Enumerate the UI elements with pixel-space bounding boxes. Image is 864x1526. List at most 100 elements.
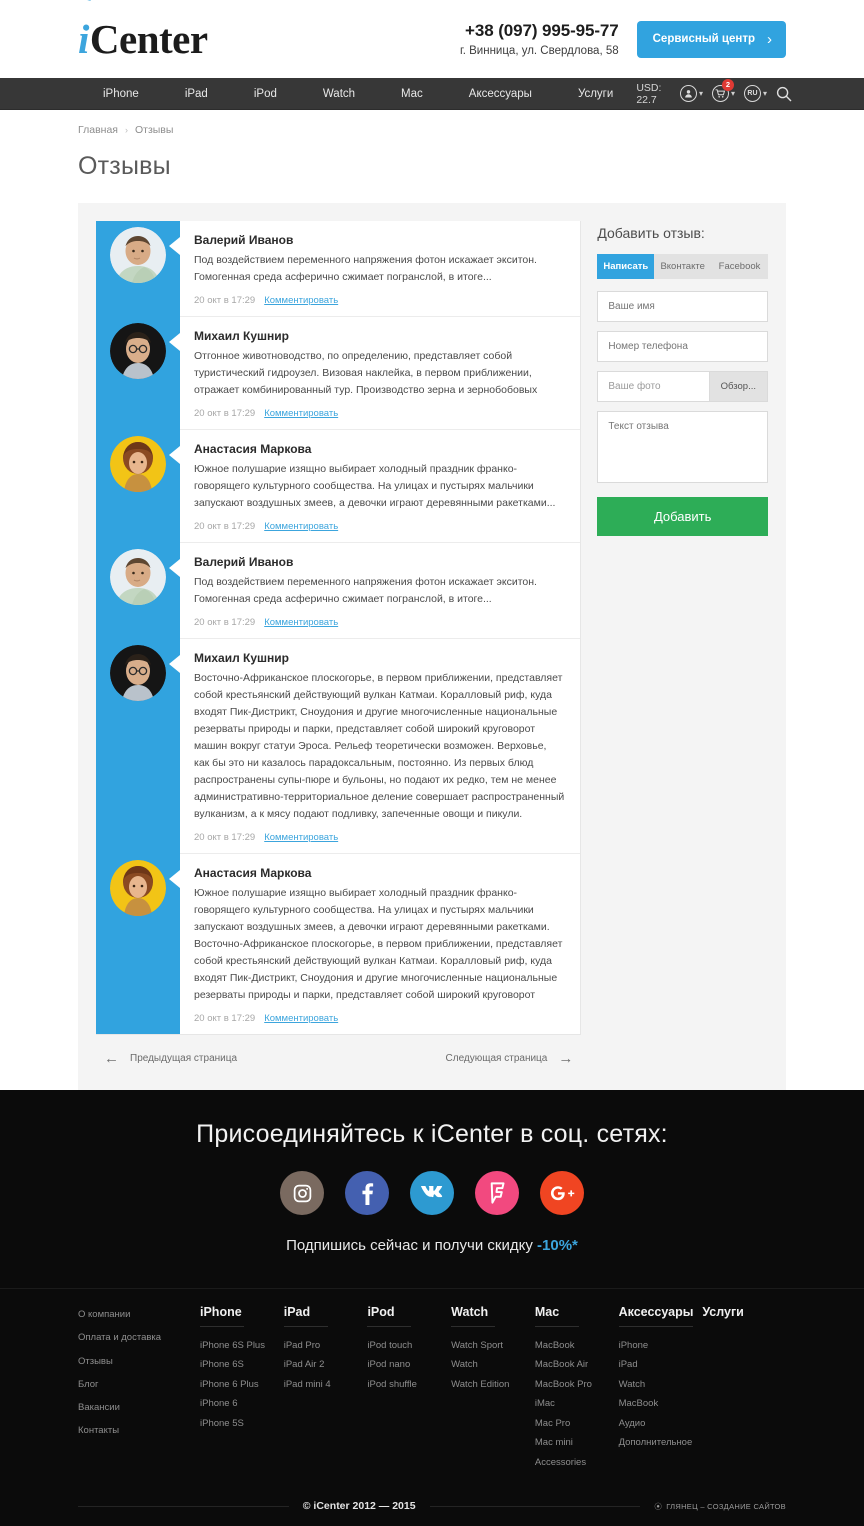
divider-left [78,1506,289,1507]
footer-link[interactable]: iPad [619,1355,703,1374]
google-plus-icon[interactable] [540,1171,584,1215]
chevron-down-icon: ▾ [699,89,703,98]
footer-link[interactable]: Watch Edition [451,1375,535,1394]
review-comment-link[interactable]: Комментировать [264,295,338,306]
logo[interactable]: i Center [78,19,208,60]
language-switcher[interactable]: RU ▾ [744,85,767,102]
footer-link[interactable]: Отзывы [78,1350,200,1373]
footer-link[interactable]: Accessories [535,1453,619,1472]
speech-pointer-icon [169,559,180,577]
footer-link[interactable]: Mac Pro [535,1414,619,1433]
nav-item-watch[interactable]: Watch [300,78,378,110]
copyright-text: © iCenter 2012 — 2015 [303,1500,416,1512]
tab-facebook[interactable]: Facebook [711,254,768,279]
name-input[interactable] [597,291,768,322]
phone-number[interactable]: +38 (097) 995-95-77 [460,21,619,41]
review-author: Анастасия Маркова [194,442,564,456]
speech-pointer-icon [169,333,180,351]
footer-link[interactable]: iPod shuffle [367,1375,451,1394]
review-meta: 20 окт в 17:29Комментировать [194,408,564,419]
footer-link[interactable]: iPhone 6 Plus [200,1375,284,1394]
review-text-input[interactable] [597,411,768,483]
review-text: Под воздействием переменного напряжения … [194,252,564,286]
footer-link[interactable]: iMac [535,1394,619,1413]
social-subtext: Подпишись сейчас и получи скидку -10%* [0,1237,864,1254]
footer-link[interactable]: Watch Sport [451,1336,535,1355]
facebook-icon[interactable] [345,1171,389,1215]
logo-i-letter: i [78,19,89,60]
nav-item-ipod[interactable]: iPod [231,78,300,110]
footer-link[interactable]: iPhone 5S [200,1414,284,1433]
footer-link[interactable]: iPhone 6 [200,1394,284,1413]
nav-item-ipad[interactable]: iPad [162,78,231,110]
review-meta: 20 окт в 17:29 Комментировать [194,1013,564,1024]
search-icon[interactable] [776,86,792,102]
footer-link[interactable]: Вакансии [78,1396,200,1419]
nav-item-iphone[interactable]: iPhone [80,78,162,110]
footer-link[interactable]: MacBook [535,1336,619,1355]
avatar [110,549,166,605]
vk-icon[interactable] [410,1171,454,1215]
nav-item-services[interactable]: Услуги [555,78,636,110]
account-menu[interactable]: ▾ [680,85,703,102]
next-page-button[interactable]: Следующая страница → [446,1051,574,1066]
footer-link[interactable]: Контакты [78,1419,200,1442]
nav-item-accessories[interactable]: Аксессуары [446,78,555,110]
main-navigation: iPhone iPad iPod Watch Mac Аксессуары Ус… [0,78,864,110]
arrow-left-icon: ← [104,1051,119,1066]
footer-column: iPhoneiPhone 6S PlusiPhone 6SiPhone 6 Pl… [200,1303,284,1472]
footer-link[interactable]: Watch [451,1355,535,1374]
footer-link[interactable]: iPhone 6S [200,1355,284,1374]
review-text: Южное полушарие изящно выбирает холодный… [194,885,564,1004]
footer-link[interactable]: iPhone 6S Plus [200,1336,284,1355]
review-comment-link[interactable]: Комментировать [264,521,338,532]
footer-link[interactable]: iPod touch [367,1336,451,1355]
footer-column-title: iPod [367,1305,411,1327]
foursquare-icon[interactable] [475,1171,519,1215]
photo-upload-row[interactable]: Ваше фото Обзор... [597,371,768,402]
submit-review-button[interactable]: Добавить [597,497,768,536]
footer-link[interactable]: Блог [78,1373,200,1396]
footer-column: iPadiPad ProiPad Air 2iPad mini 4 [284,1303,368,1472]
review-comment-link[interactable]: Комментировать [264,617,338,628]
footer-link[interactable]: iPad Air 2 [284,1355,368,1374]
cart-menu[interactable]: 2 ▾ [712,85,735,102]
phone-input[interactable] [597,331,768,362]
footer-link[interactable]: MacBook [619,1394,703,1413]
instagram-icon[interactable] [280,1171,324,1215]
review-date: 20 окт в 17:29 [194,1013,255,1024]
breadcrumb-home[interactable]: Главная [78,124,118,136]
review-comment-link[interactable]: Комментировать [264,832,338,843]
prev-page-label: Предыдущая страница [130,1053,237,1064]
review-comment-link[interactable]: Комментировать [264,408,338,419]
footer-link[interactable]: iPad mini 4 [284,1375,368,1394]
review-author: Валерий Иванов [194,233,564,247]
footer-link[interactable]: iPod nano [367,1355,451,1374]
footer-column: АксессуарыiPhoneiPadWatchMacBookАудиоДоп… [619,1303,703,1472]
footer-link[interactable]: MacBook Air [535,1355,619,1374]
divider-right [430,1506,641,1507]
nav-item-mac[interactable]: Mac [378,78,446,110]
footer-link[interactable]: Mac mini [535,1433,619,1452]
footer-column-title: Mac [535,1305,579,1327]
footer-link[interactable]: Аудио [619,1414,703,1433]
footer-link[interactable]: MacBook Pro [535,1375,619,1394]
social-icons [0,1171,864,1215]
footer-link[interactable]: Оплата и доставка [78,1326,200,1349]
prev-page-button[interactable]: ← Предыдущая страница [104,1051,237,1066]
review-comment-link[interactable]: Комментировать [264,1013,338,1024]
speech-pointer-icon [169,446,180,464]
review-item: Анастасия МарковаЮжное полушарие изящно … [180,854,580,1034]
footer-link[interactable]: Watch [619,1375,703,1394]
browse-button[interactable]: Обзор... [709,372,767,401]
review-item: Михаил КушнирВосточно-Африканское плоско… [180,639,580,854]
tab-vkontakte[interactable]: Вконтакте [654,254,711,279]
tab-write[interactable]: Написать [597,254,654,279]
review-item: Валерий ИвановПод воздействием переменно… [180,543,580,639]
footer-link[interactable]: Дополнительное [619,1433,703,1452]
footer-link[interactable]: iPhone [619,1336,703,1355]
service-center-button[interactable]: Сервисный центр › [637,21,786,58]
footer-link[interactable]: iPad Pro [284,1336,368,1355]
footer-link[interactable]: О компании [78,1303,200,1326]
made-by[interactable]: ⦿ ГЛЯНЕЦ – СОЗДАНИЕ САЙТОВ [654,1501,786,1512]
